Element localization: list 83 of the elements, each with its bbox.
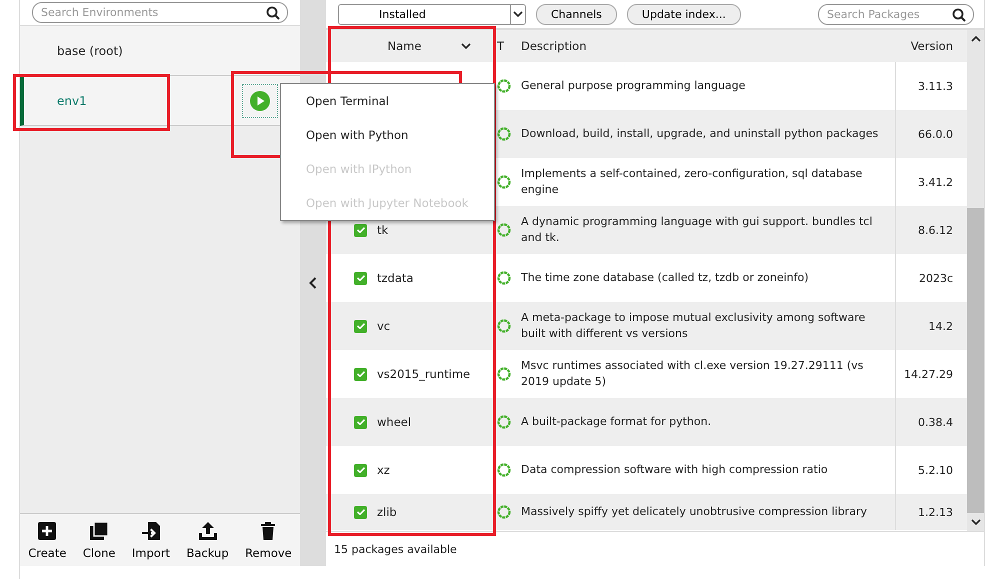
toolbar-button[interactable]: Channels xyxy=(536,4,617,24)
column-header[interactable]: Description xyxy=(515,30,895,62)
package-description: Data compression software with high compression ratio xyxy=(521,462,828,478)
play-icon xyxy=(250,90,270,110)
status-ring-icon xyxy=(497,271,511,285)
toolbar-button[interactable]: Import xyxy=(130,520,172,560)
status-ring-icon xyxy=(497,175,511,189)
checkbox[interactable] xyxy=(354,224,367,236)
checkbox[interactable] xyxy=(354,416,367,428)
package-version: 14.2 xyxy=(928,320,953,332)
toolbar-button[interactable]: Remove xyxy=(243,520,294,560)
package-version: 5.2.10 xyxy=(918,464,953,476)
toolbar-button[interactable]: Backup xyxy=(184,520,231,560)
play-button[interactable] xyxy=(242,84,278,118)
scroll-up-icon[interactable] xyxy=(970,36,980,42)
package-version: 1.2.13 xyxy=(918,506,953,518)
package-version: 66.0.0 xyxy=(918,128,953,140)
package-description: A dynamic programming language with gui support. bundles tcl and tk. xyxy=(521,214,874,246)
package-description: A built-package format for python. xyxy=(521,414,712,430)
checkbox[interactable] xyxy=(354,506,367,518)
status-ring-icon xyxy=(497,223,511,237)
checkbox[interactable] xyxy=(354,464,367,476)
package-version: 3.41.2 xyxy=(918,176,953,188)
status-ring-icon xyxy=(497,505,511,519)
column-header[interactable]: Version xyxy=(895,30,967,62)
status-ring-icon xyxy=(497,79,511,93)
status-ring-icon xyxy=(497,319,511,333)
checkmark-icon xyxy=(356,323,364,329)
package-description: A meta-package to impose mutual exclusivity among software built with different vs versions xyxy=(521,310,866,342)
toolbar-button[interactable]: Create xyxy=(26,520,68,560)
import-icon xyxy=(140,520,161,540)
column-header[interactable]: Name xyxy=(326,30,493,62)
upload-icon xyxy=(198,520,218,540)
search-field[interactable]: Search Environments xyxy=(32,2,288,23)
toolbar-button[interactable]: Clone xyxy=(80,520,118,560)
checkmark-icon xyxy=(356,467,364,473)
package-version: 8.6.12 xyxy=(918,224,953,236)
status-ring-icon xyxy=(497,463,511,477)
column-header[interactable]: T xyxy=(493,30,515,62)
collapse-chevron-icon[interactable] xyxy=(309,277,317,289)
checkbox[interactable] xyxy=(354,368,367,380)
package-name: wheel xyxy=(377,415,412,429)
environment-item[interactable]: base (root) xyxy=(20,26,300,76)
plus-square-icon xyxy=(37,520,58,540)
package-name: zlib xyxy=(377,505,397,519)
search-icon xyxy=(952,8,966,22)
package-name: tzdata xyxy=(377,271,414,285)
package-version: 14.27.29 xyxy=(904,368,953,380)
package-name: xz xyxy=(377,463,390,477)
sort-chevron-icon xyxy=(461,43,472,49)
package-description: Msvc runtimes associated with cl.exe version 19.27.29111 (vs 2019 update 5) xyxy=(521,358,864,390)
package-description: Download, build, install, upgrade, and uninstall python packages xyxy=(521,126,878,142)
checkmark-icon xyxy=(356,419,364,425)
scrollbar[interactable] xyxy=(967,30,984,531)
filter-dropdown[interactable]: Installed xyxy=(338,4,526,24)
search-icon xyxy=(266,6,280,20)
status-ring-icon xyxy=(497,127,511,141)
package-name: tk xyxy=(377,223,388,237)
package-version: 2023c xyxy=(918,272,953,284)
package-description: General purpose programming language xyxy=(521,78,746,94)
package-description: Implements a self-contained, zero-configuration, sql database engine xyxy=(521,166,864,198)
package-description: Massively spiffy yet delicately unobtrusive compression library xyxy=(521,504,867,520)
checkmark-icon xyxy=(356,371,364,377)
scroll-down-icon[interactable] xyxy=(970,519,980,525)
package-name: vs2015_runtime xyxy=(377,367,470,381)
status-text: 15 packages available xyxy=(334,542,457,556)
copy-icon xyxy=(89,520,110,540)
checkbox[interactable] xyxy=(354,272,367,284)
caret-icon xyxy=(513,11,523,17)
environment-item[interactable]: env1 xyxy=(20,76,300,126)
checkmark-icon xyxy=(356,227,364,233)
search-field[interactable]: Search Packages xyxy=(818,4,974,24)
checkbox[interactable] xyxy=(354,320,367,332)
checkmark-icon xyxy=(356,509,364,515)
toolbar-button[interactable]: Update index... xyxy=(626,4,741,24)
scrollbar-thumb[interactable] xyxy=(967,208,984,513)
status-ring-icon xyxy=(497,367,511,381)
status-ring-icon xyxy=(497,415,511,429)
package-name: vc xyxy=(377,319,390,333)
package-version: 3.11.3 xyxy=(918,80,953,92)
package-description: The time zone database (called tz, tzdb or zoneinfo) xyxy=(521,270,809,286)
package-version: 0.38.4 xyxy=(918,416,953,428)
checkmark-icon xyxy=(356,275,364,281)
